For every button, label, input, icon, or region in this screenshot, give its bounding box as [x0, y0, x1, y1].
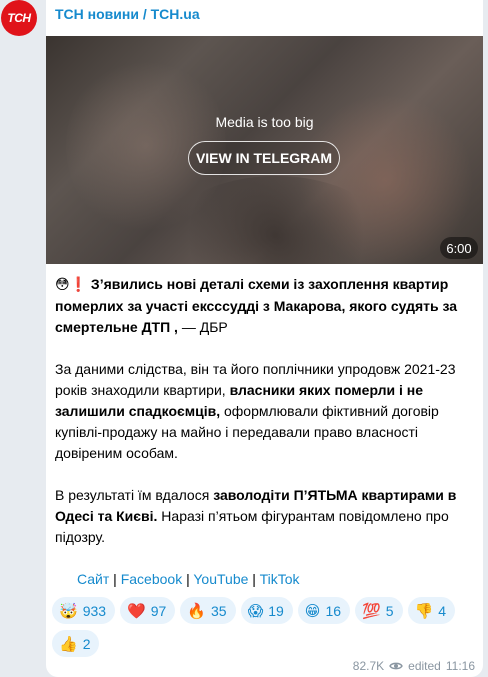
social-links: Сайт | Facebook | YouTube | TikTok	[77, 569, 300, 589]
reaction-thumbs-up[interactable]: 👍 2	[52, 630, 100, 657]
heart-icon: ❤️	[127, 601, 146, 620]
reaction-count: 4	[438, 602, 446, 619]
thumbs-up-icon: 👍	[59, 634, 78, 653]
thumbs-down-icon: 👎	[414, 601, 434, 620]
eye-icon	[389, 662, 403, 670]
fire-icon: 🔥	[187, 601, 206, 620]
message-time: 11:16	[445, 659, 475, 673]
reaction-count: 933	[82, 602, 107, 619]
view-count: 82.7K	[352, 659, 385, 673]
reaction-count: 2	[82, 635, 91, 652]
channel-name[interactable]: ТСН новини / TCH.ua	[55, 6, 200, 22]
avatar-logo-text: ТСН	[7, 11, 31, 25]
link-separator: |	[248, 571, 260, 587]
message-bubble: ТСН новини / TCH.ua Media is too big VIE…	[46, 0, 483, 677]
message-meta: 82.7K edited 11:16	[353, 659, 475, 673]
edited-label: edited	[408, 659, 441, 673]
link-youtube[interactable]: YouTube	[193, 571, 248, 587]
link-tiktok[interactable]: TikTok	[260, 571, 300, 587]
video-duration: 6:00	[440, 237, 478, 259]
media-too-big-text: Media is too big	[215, 114, 314, 130]
text-span: В результаті їм вдалося	[55, 487, 214, 503]
reaction-count: 97	[150, 602, 167, 619]
grinning-face-icon: 😁	[304, 601, 321, 620]
reaction-fire[interactable]: 🔥 35	[180, 597, 236, 624]
reaction-thumbs-down[interactable]: 👎 4	[407, 597, 455, 624]
hundred-points-icon: 💯	[362, 601, 381, 620]
reaction-grin[interactable]: 😁 16	[297, 597, 351, 624]
link-separator: |	[182, 571, 194, 587]
reaction-count: 16	[325, 602, 342, 619]
post-paragraph-3: В результаті їм вдалося заволодіти П’ЯТЬ…	[55, 485, 475, 548]
post-text: 😳❗ З’явились нові деталі схеми із захопл…	[55, 274, 475, 569]
reaction-count: 35	[211, 602, 227, 619]
link-site[interactable]: Сайт	[77, 571, 109, 587]
flushed-exclamation-emoji: 😳❗	[55, 277, 88, 293]
reactions-bar: 🤯 933 ❤️ 97 🔥 35 😱 19 😁 16 💯 5 👎 4 👍 2	[52, 597, 477, 657]
reaction-exploding-head[interactable]: 🤯 933	[52, 597, 116, 624]
exploding-head-icon: 🤯	[59, 601, 78, 620]
post-paragraph-2: За даними слідства, він та його поплічни…	[55, 359, 475, 464]
headline-bold: З’явились нові деталі схеми із захопленн…	[55, 276, 458, 335]
link-separator: |	[109, 571, 121, 587]
headline-source: — ДБР	[177, 319, 228, 335]
screaming-face-icon: 😱	[247, 601, 264, 620]
post-paragraph-1: 😳❗ З’явились нові деталі схеми із захопл…	[55, 274, 475, 338]
reaction-scream[interactable]: 😱 19	[240, 597, 293, 624]
reaction-count: 19	[268, 602, 284, 619]
reaction-hundred[interactable]: 💯 5	[355, 597, 403, 624]
link-facebook[interactable]: Facebook	[121, 571, 182, 587]
channel-avatar[interactable]: ТСН	[1, 0, 37, 36]
view-in-telegram-button[interactable]: VIEW IN TELEGRAM	[188, 141, 340, 175]
video-media[interactable]: Media is too big VIEW IN TELEGRAM 6:00	[46, 36, 483, 264]
reaction-count: 5	[385, 602, 394, 619]
reaction-heart[interactable]: ❤️ 97	[120, 597, 176, 624]
